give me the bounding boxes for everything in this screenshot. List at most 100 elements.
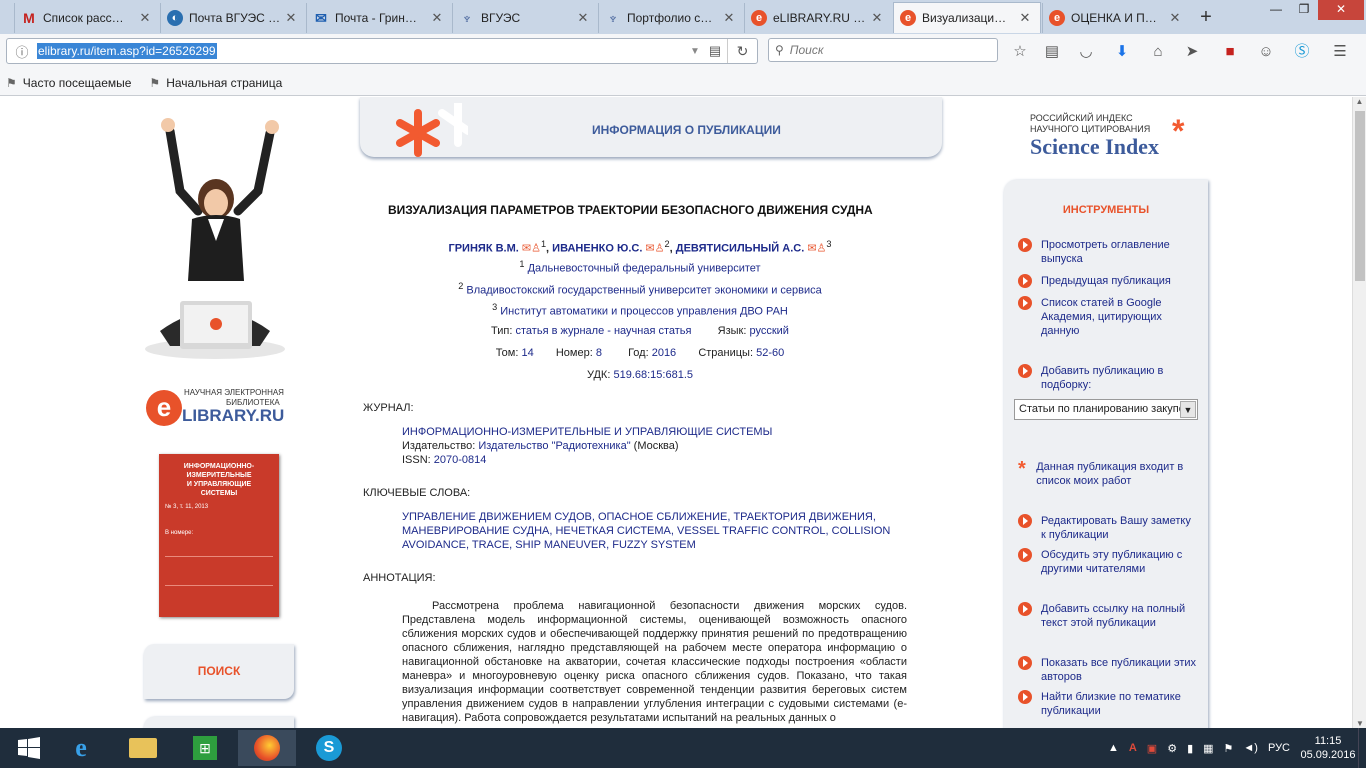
close-icon[interactable]: ✕ — [284, 10, 298, 26]
affiliation-link[interactable]: Дальневосточный федеральный университет — [528, 263, 761, 275]
tray-volume-icon[interactable]: ◄) — [1243, 742, 1258, 754]
url-text[interactable]: elibrary.ru/item.asp?id=26526299 — [37, 43, 217, 59]
elibrary-icon: e — [1049, 10, 1065, 26]
author-link[interactable]: ИВАНЕНКО Ю.С. — [552, 243, 642, 255]
maximize-button[interactable]: ❐ — [1290, 0, 1318, 20]
author-link[interactable]: ГРИНЯК В.М. — [448, 243, 518, 255]
tool-edit-note[interactable]: Редактировать Вашу заметку к публикации — [1018, 514, 1198, 542]
tool-discuss[interactable]: Обсудить эту публикацию с другими читате… — [1018, 548, 1198, 576]
address-bar[interactable]: ⓘ elibrary.ru/item.asp?id=26526299 ▼ ▤ ↻ — [6, 38, 758, 64]
close-icon[interactable]: ✕ — [722, 10, 736, 26]
keywords-line[interactable]: УПРАВЛЕНИЕ ДВИЖЕНИЕМ СУДОВ, ОПАСНОЕ СБЛИ… — [402, 510, 890, 524]
new-tab-button[interactable]: + — [1196, 6, 1216, 29]
store-button[interactable]: ⊞ — [176, 730, 234, 766]
tool-similar[interactable]: Найти близкие по тематике публикации — [1018, 690, 1198, 718]
tool-my-works[interactable]: * Данная публикация входит в список моих … — [1018, 459, 1198, 488]
bookmark-home[interactable]: ⚑ Начальная страница — [149, 76, 282, 90]
tab-portfolio[interactable]: ♆ Портфолио с… ✕ — [598, 3, 744, 33]
tray-gear-icon[interactable]: ⚙ — [1167, 742, 1177, 755]
page-title: ИНФОРМАЦИЯ О ПУБЛИКАЦИИ — [592, 123, 781, 137]
windows-icon — [18, 737, 40, 759]
journal-cover[interactable]: ИНФОРМАЦИОННО-ИЗМЕРИТЕЛЬНЫЕ И УПРАВЛЯЮЩИ… — [159, 454, 279, 617]
start-button[interactable] — [0, 730, 58, 766]
tab-gmail[interactable]: M Список расс… ✕ — [14, 3, 160, 33]
tab-visualization[interactable]: e Визуализаци… ✕ — [893, 2, 1041, 33]
scroll-thumb[interactable] — [1355, 111, 1365, 281]
clock[interactable]: 11:15 05.09.2016 — [1298, 734, 1358, 762]
mail-icon[interactable]: ✉♙ — [804, 243, 826, 255]
firefox-button[interactable] — [238, 730, 296, 766]
bookmark-icon: ⚑ — [149, 75, 161, 90]
show-desktop-button[interactable] — [1358, 728, 1366, 768]
tab-outlook[interactable]: ✉ Почта - Грин… ✕ — [306, 3, 452, 33]
adblock-icon[interactable]: ■ — [1220, 42, 1240, 62]
menu-icon[interactable]: ☰ — [1330, 42, 1350, 62]
close-icon[interactable]: ✕ — [870, 10, 884, 26]
bookmark-star-icon[interactable]: ☆ — [1010, 42, 1030, 62]
close-icon[interactable]: ✕ — [576, 10, 590, 26]
send-icon[interactable]: ➤ — [1182, 42, 1202, 62]
elibrary-logo[interactable]: e НАУЧНАЯ ЭЛЕКТРОННАЯ БИБЛИОТЕКА LIBRARY… — [146, 384, 296, 430]
scroll-down-icon[interactable]: ▼ — [1353, 719, 1366, 728]
tool-prev[interactable]: Предыдущая публикация — [1018, 274, 1198, 288]
vertical-scrollbar[interactable]: ▲ ▼ — [1352, 97, 1366, 728]
tray-arrow-icon[interactable]: ▲ — [1108, 742, 1119, 754]
skype-button[interactable]: S — [300, 730, 358, 766]
minimize-button[interactable]: — — [1262, 0, 1290, 20]
mail-icon[interactable]: ✉♙ — [519, 243, 541, 255]
tab-elibrary[interactable]: e eLIBRARY.RU … ✕ — [744, 3, 892, 33]
reader-view-icon[interactable]: ▤ — [703, 43, 727, 59]
tab-ocenka[interactable]: e ОЦЕНКА И П… ✕ — [1042, 3, 1190, 33]
tray-adobe-icon[interactable]: A — [1129, 742, 1137, 754]
author-link[interactable]: ДЕВЯТИСИЛЬНЫЙ А.С. — [676, 243, 805, 255]
search-icon: ⚲ — [775, 43, 784, 57]
tool-toc[interactable]: Просмотреть оглавление выпуска — [1018, 238, 1198, 266]
tool-add-collection[interactable]: Добавить публикацию в подборку: — [1018, 364, 1198, 392]
pocket-icon[interactable]: ◡ — [1076, 42, 1096, 62]
journal-link[interactable]: ИНФОРМАЦИОННО-ИЗМЕРИТЕЛЬНЫЕ И УПРАВЛЯЮЩИ… — [402, 425, 772, 439]
issn-link[interactable]: 2070-0814 — [434, 454, 487, 466]
tray-flag-icon[interactable]: ⚑ — [1224, 742, 1234, 755]
close-icon[interactable]: ✕ — [138, 10, 152, 26]
science-index-logo[interactable]: РОССИЙСКИЙ ИНДЕКС НАУЧНОГО ЦИТИРОВАНИЯ S… — [1030, 113, 1210, 163]
download-icon[interactable]: ⬇ — [1112, 42, 1132, 62]
search-input[interactable]: ⚲ Поиск — [768, 38, 998, 62]
close-icon[interactable]: ✕ — [430, 10, 444, 26]
keywords-line[interactable]: AVOIDANCE, TRACE, SHIP MANEUVER, FUZZY S… — [402, 538, 890, 552]
close-icon[interactable]: ✕ — [1168, 10, 1182, 26]
skype-icon[interactable]: Ⓢ — [1292, 42, 1312, 62]
tab-vguess[interactable]: ♆ ВГУЭС ✕ — [452, 3, 598, 33]
affiliation-link[interactable]: Владивостокский государственный универси… — [466, 284, 821, 296]
ie-button[interactable]: e — [52, 730, 110, 766]
bookmark-frequent[interactable]: ⚑ Часто посещаемые — [6, 76, 131, 90]
keywords-line[interactable]: МАНЕВРИРОВАНИЕ СУДНА, НЕЧЕТКАЯ СИСТЕМА, … — [402, 524, 890, 538]
explorer-button[interactable] — [114, 730, 172, 766]
tray-pdf-icon[interactable]: ▣ — [1147, 742, 1157, 755]
info-icon[interactable]: ⓘ — [7, 42, 37, 61]
dropdown-arrow-icon[interactable]: ▼ — [687, 46, 703, 57]
search-button[interactable]: ПОИСК — [144, 644, 294, 699]
collection-select[interactable]: Статьи по планированию закупок ▼ — [1014, 399, 1198, 420]
tool-google-scholar[interactable]: Список статей в Google Академия, цитирую… — [1018, 296, 1198, 338]
close-window-button[interactable]: ✕ — [1318, 0, 1364, 20]
scroll-up-icon[interactable]: ▲ — [1353, 97, 1366, 106]
publisher-link[interactable]: Издательство "Радиотехника" — [478, 440, 630, 452]
vguess-icon: ♆ — [461, 10, 473, 26]
language-indicator[interactable]: РУС — [1268, 742, 1290, 754]
close-icon[interactable]: ✕ — [1018, 10, 1032, 26]
tool-add-fulltext-link[interactable]: Добавить ссылку на полный текст этой пуб… — [1018, 602, 1198, 630]
mail-icon[interactable]: ✉♙ — [642, 243, 664, 255]
bookmarks-list-icon[interactable]: ▤ — [1042, 42, 1062, 62]
affiliation-link[interactable]: Институт автоматики и процессов управлен… — [500, 306, 788, 318]
tab-mail-vguess[interactable]: ◐ Почта ВГУЭС … ✕ — [160, 3, 306, 33]
journal-info: ИНФОРМАЦИОННО-ИЗМЕРИТЕЛЬНЫЕ И УПРАВЛЯЮЩИ… — [402, 425, 773, 466]
reload-icon[interactable]: ↻ — [727, 39, 757, 63]
issue-link[interactable]: 8 — [596, 347, 602, 359]
tray-network-icon[interactable]: ▦ — [1203, 742, 1213, 755]
volume-link[interactable]: 14 — [521, 347, 533, 359]
tool-author-publications[interactable]: Показать все публикации этих авторов — [1018, 656, 1198, 684]
home-icon[interactable]: ⌂ — [1148, 42, 1168, 62]
tray-battery-icon[interactable]: ▮ — [1187, 742, 1193, 755]
smiley-icon[interactable]: ☺ — [1256, 42, 1276, 62]
arrow-icon — [1018, 690, 1032, 704]
